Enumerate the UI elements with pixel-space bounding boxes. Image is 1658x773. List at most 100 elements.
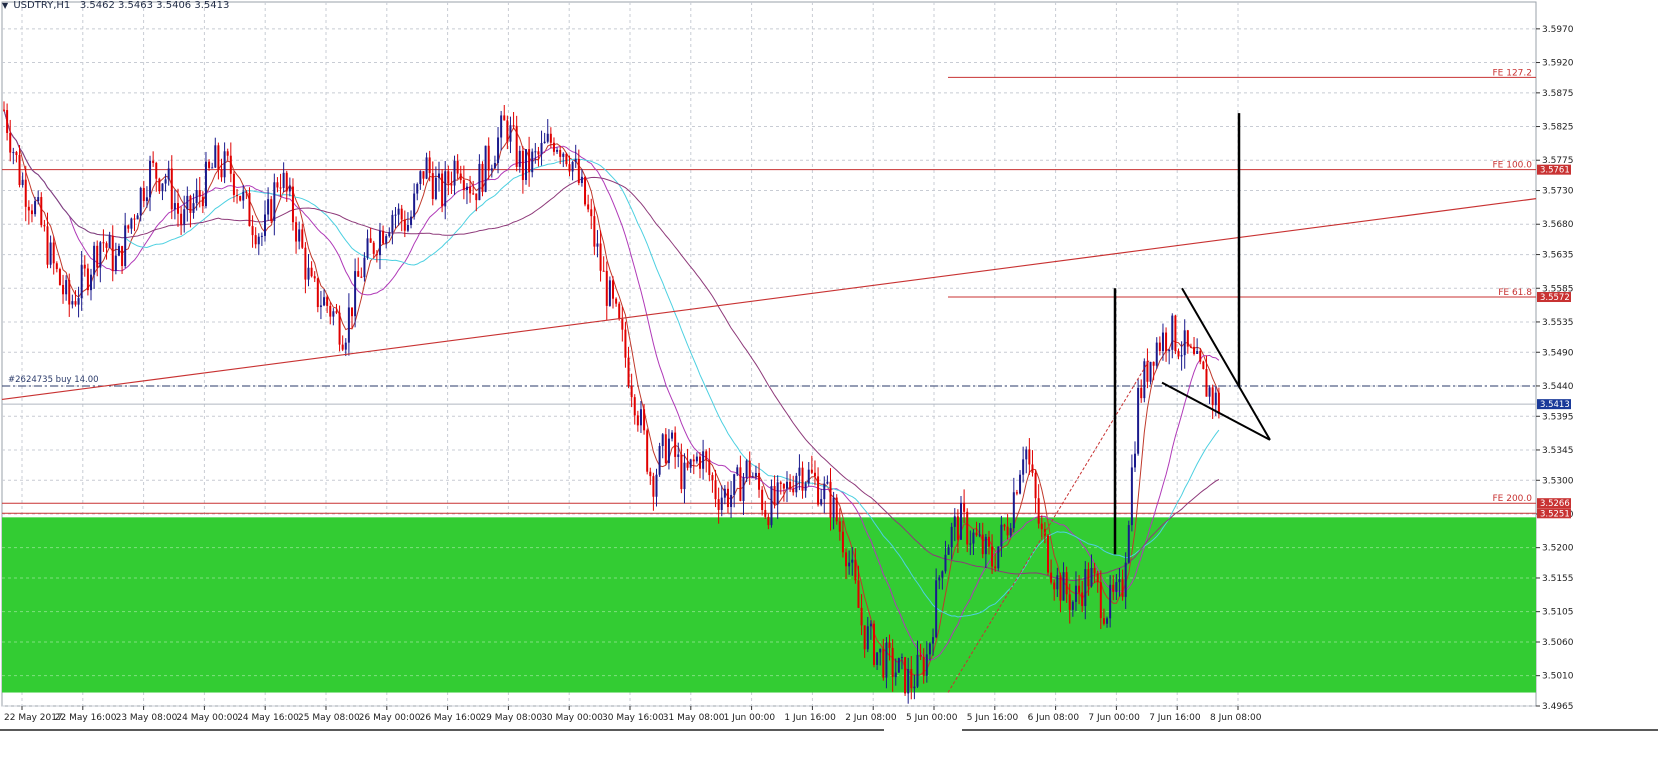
- candle-body: [686, 462, 689, 468]
- candle-body: [549, 133, 552, 143]
- candle-body: [680, 454, 683, 490]
- candle-body: [198, 190, 201, 197]
- candle-body: [639, 409, 642, 426]
- candle-body: [195, 190, 198, 204]
- candle-body: [500, 115, 503, 138]
- candle-body: [537, 151, 540, 155]
- candle-body: [807, 469, 810, 484]
- candle-body: [497, 137, 500, 163]
- candle-body: [37, 197, 40, 202]
- candle-body: [587, 204, 590, 210]
- candle-body: [633, 397, 636, 416]
- current-price-tag-text: 3.5413: [1540, 400, 1570, 410]
- candle-body: [158, 178, 161, 192]
- candle-body: [357, 271, 360, 277]
- candle-body: [183, 209, 186, 225]
- candle-body: [438, 173, 440, 178]
- candle-body: [534, 151, 537, 153]
- candle-body: [288, 186, 291, 192]
- candle-body: [525, 149, 527, 181]
- candle-body: [68, 280, 71, 305]
- y-tick-label: 3.4965: [1542, 702, 1574, 712]
- candle-body: [375, 253, 378, 256]
- candle-body: [574, 158, 577, 162]
- candle-body: [758, 472, 761, 490]
- candle-body: [267, 199, 270, 215]
- candle-body: [1062, 572, 1065, 601]
- x-tick-label: 24 May 16:00: [237, 713, 299, 723]
- price-axis[interactable]: 3.59703.59203.58753.58253.57753.57303.56…: [1536, 25, 1574, 712]
- candle-body: [462, 180, 465, 191]
- candle-body: [111, 235, 114, 271]
- candle-body: [1074, 585, 1077, 602]
- trendline: [1, 198, 1537, 401]
- candle-body: [1127, 525, 1130, 563]
- candle-body: [571, 161, 574, 172]
- x-tick-label: 22 May 16:00: [55, 713, 117, 723]
- candle-body: [226, 151, 229, 156]
- candle-body: [748, 460, 751, 477]
- y-tick-label: 3.5970: [1542, 25, 1574, 35]
- candle-body: [1115, 582, 1118, 592]
- x-tick-label: 31 May 08:00: [663, 713, 725, 723]
- y-tick-label: 3.5535: [1542, 318, 1574, 328]
- candle-body: [465, 186, 468, 191]
- candle-body: [518, 150, 521, 167]
- candle-body: [1177, 351, 1180, 357]
- candle-body: [925, 654, 928, 676]
- candle-body: [217, 145, 220, 170]
- candle-body: [447, 171, 450, 184]
- candle-body: [1003, 524, 1006, 527]
- y-tick-label: 3.5395: [1542, 412, 1574, 422]
- candle-body: [456, 160, 459, 174]
- candle-body: [683, 462, 686, 490]
- candle-body: [1047, 535, 1049, 573]
- candle-body: [531, 151, 534, 173]
- collapse-triangle-icon[interactable]: ▼: [2, 1, 8, 10]
- time-axis[interactable]: 22 May 201722 May 16:00 23 May 08:00 24 Ma…: [0, 706, 1658, 731]
- candle-body: [699, 456, 701, 469]
- x-tick-label: 8 Jun 08:00: [1210, 713, 1262, 723]
- candle-body: [139, 187, 142, 216]
- candle-body: [279, 187, 282, 189]
- candle-body: [285, 172, 288, 192]
- candle-body: [562, 153, 565, 157]
- x-tick-label: 24 May 00:00: [176, 713, 238, 723]
- candle-body: [1180, 355, 1183, 357]
- candle-body: [1028, 449, 1031, 465]
- candle-body: [596, 243, 599, 247]
- candle-body: [220, 169, 223, 178]
- candle-body: [354, 271, 357, 317]
- candle-body: [310, 267, 313, 277]
- candle-body: [692, 459, 695, 462]
- candle-body: [627, 357, 630, 386]
- candle-body: [767, 516, 770, 526]
- candle-body: [83, 264, 86, 269]
- candle-body: [950, 526, 953, 548]
- candle-body: [804, 483, 807, 491]
- candle-body: [928, 643, 931, 655]
- candle-body: [975, 532, 978, 536]
- candle-body: [93, 245, 96, 275]
- candle-body: [403, 219, 406, 231]
- y-tick-label: 3.5825: [1542, 123, 1574, 133]
- candle-body: [764, 510, 767, 517]
- candle-body: [528, 149, 531, 173]
- candle-body: [751, 476, 754, 478]
- ma-long-line: [3, 109, 1220, 582]
- price-chart[interactable]: FE 127.2 FE 100.0 FE 61.8 FE 200.0 #2624735 …: [0, 0, 1658, 773]
- candle-body: [133, 218, 136, 220]
- candle-body: [378, 230, 381, 256]
- fibonacci-levels: FE 127.2 FE 100.0 FE 61.8 FE 200.0 #2624735 …: [2, 68, 1536, 514]
- candle-body: [1121, 579, 1124, 597]
- candle-body: [372, 242, 375, 254]
- candle-body: [885, 642, 888, 678]
- candle-body: [845, 552, 848, 567]
- level-label: FE 200.0: [1493, 494, 1533, 504]
- candle-body: [102, 242, 105, 244]
- candle-body: [1214, 392, 1217, 406]
- candle-body: [105, 243, 108, 248]
- candle-body: [829, 481, 832, 518]
- candle-body: [1034, 472, 1037, 499]
- candle-body: [848, 562, 851, 567]
